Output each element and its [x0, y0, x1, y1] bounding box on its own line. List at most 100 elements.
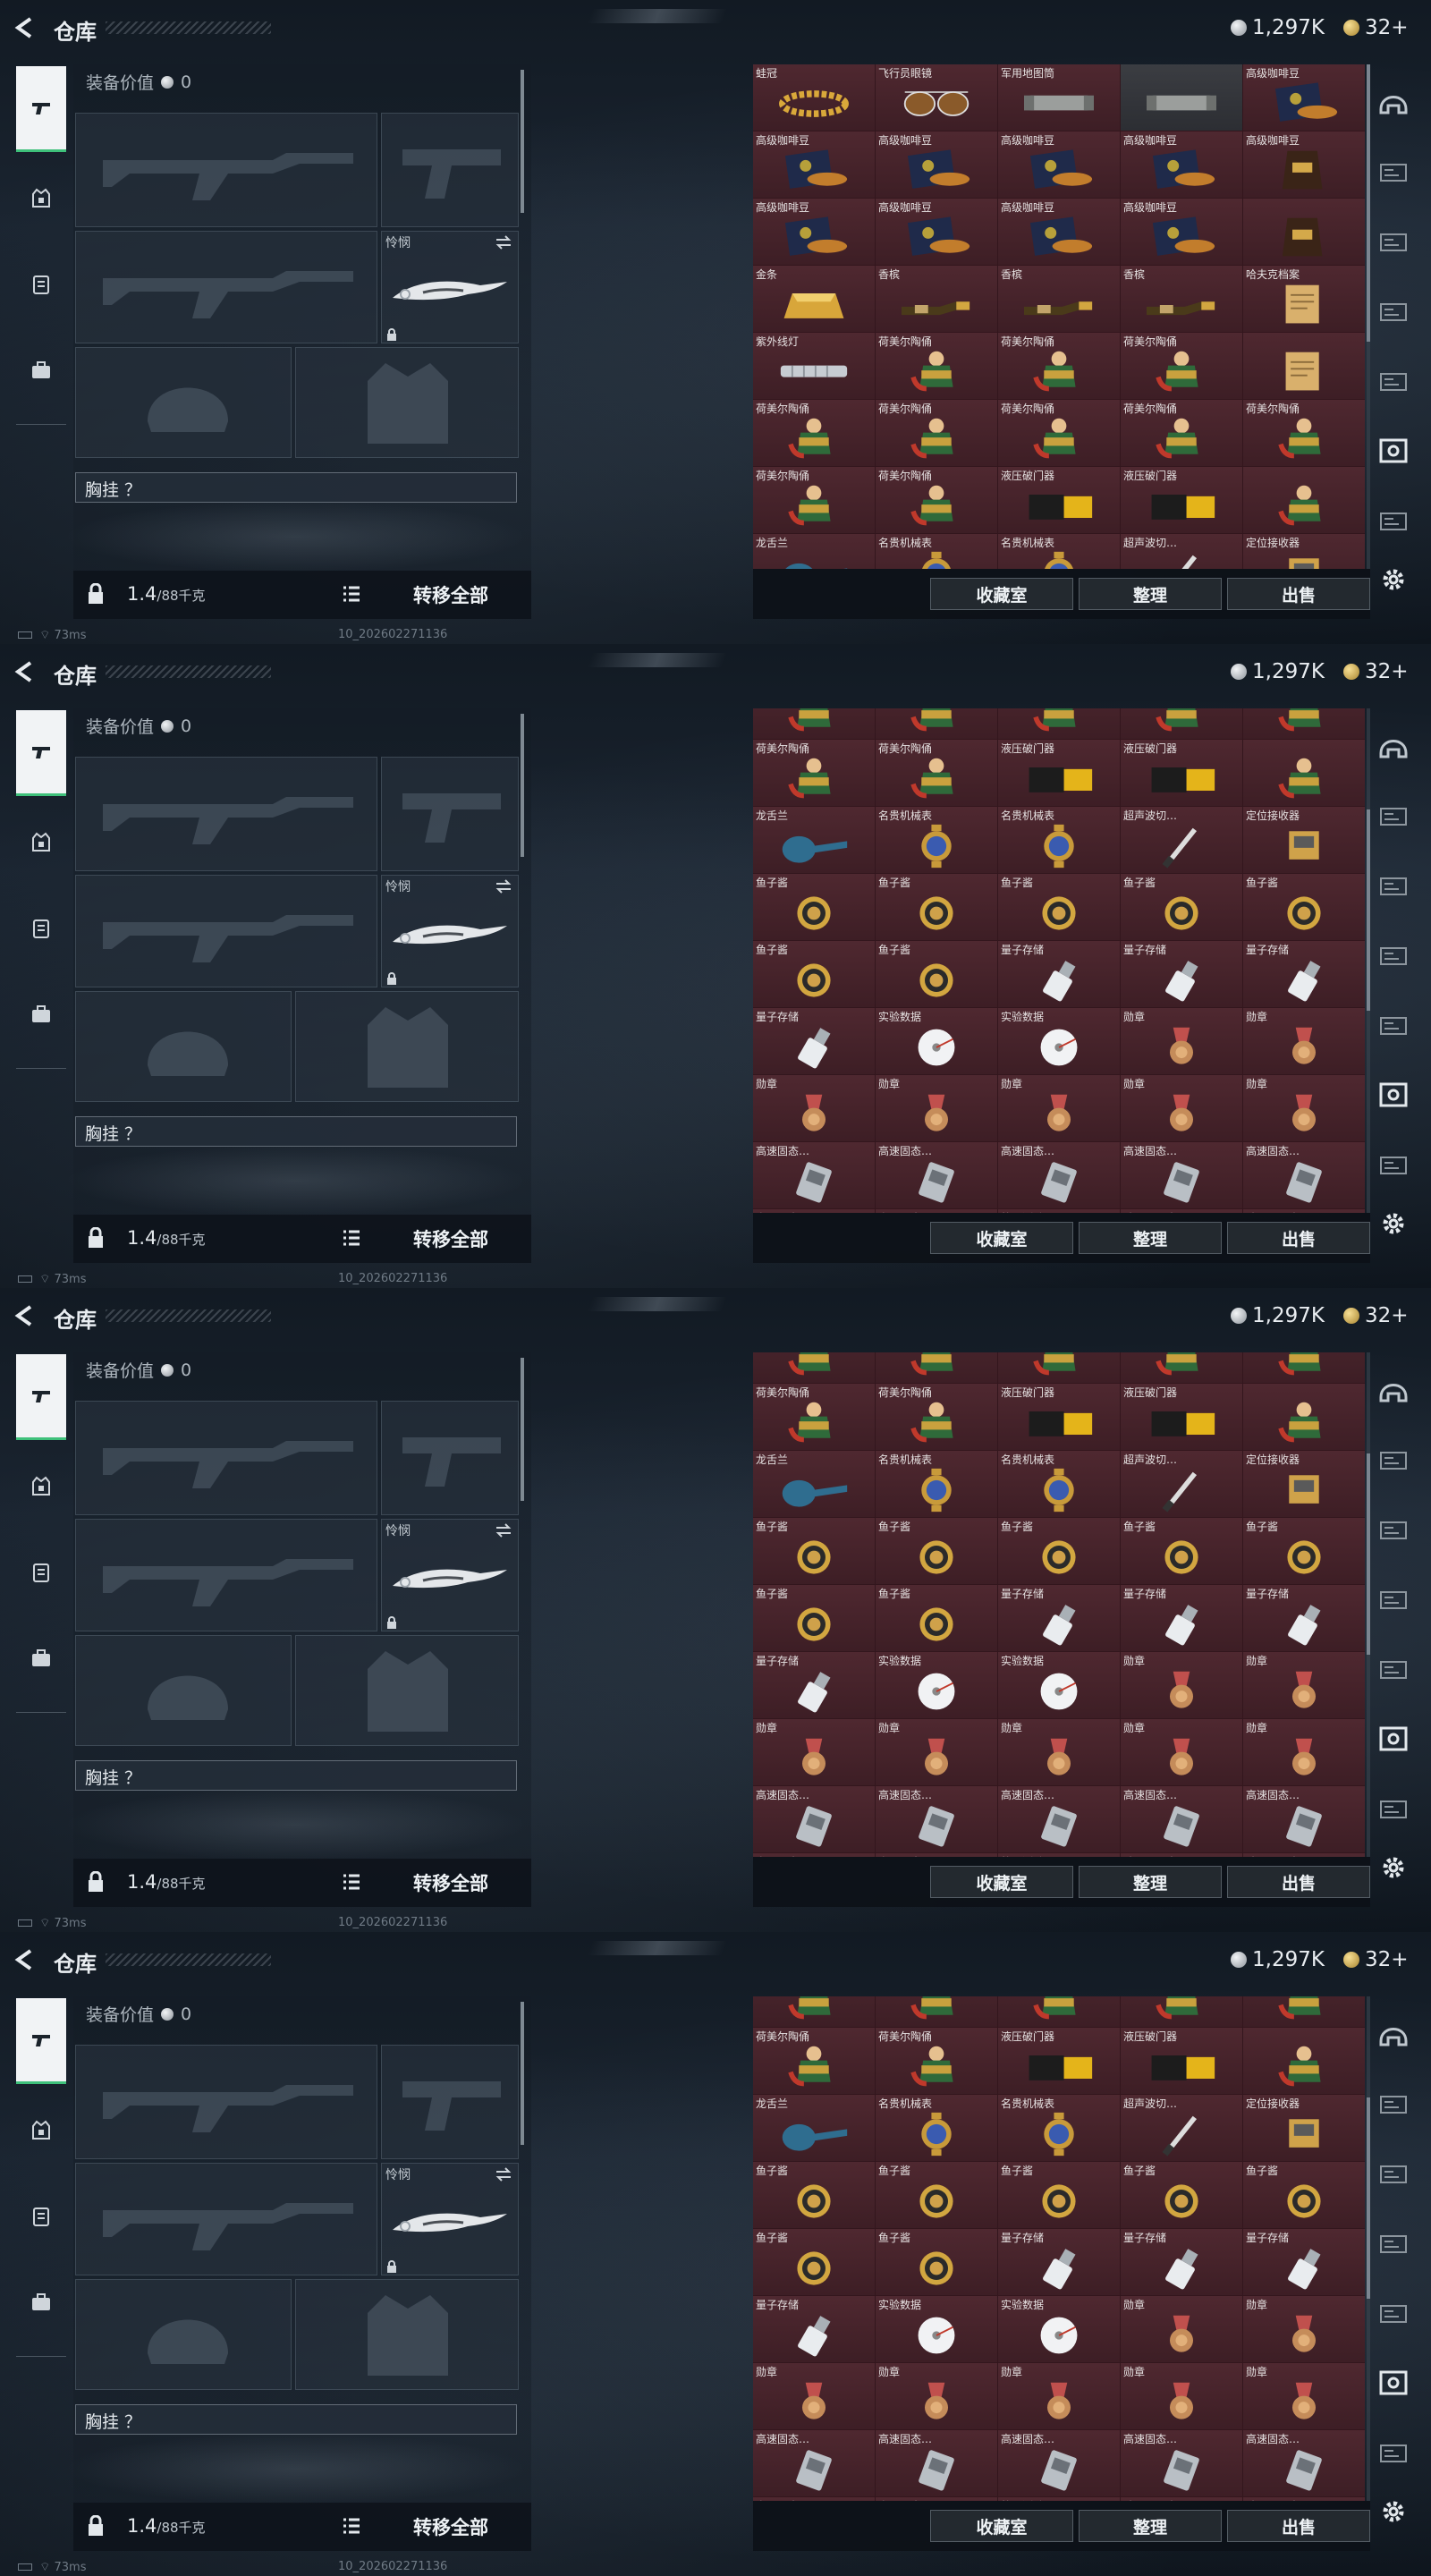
inventory-item[interactable]: 高速固态… [1243, 1786, 1365, 1852]
chest-rig-slot[interactable]: 胸挂 ？ [75, 472, 517, 503]
list-icon[interactable] [342, 2517, 361, 2535]
inventory-item[interactable]: 香槟 [876, 266, 997, 332]
inventory-item[interactable]: 鱼子酱 [1243, 1518, 1365, 1584]
inventory-item[interactable]: 荷美尔陶俑 [753, 1384, 875, 1450]
rail-card-2[interactable] [1377, 2157, 1413, 2193]
inventory-item[interactable]: 名贵机械表 [998, 2095, 1120, 2161]
inventory-item[interactable]: 鱼子酱 [753, 2162, 875, 2228]
inventory-item[interactable]: 荷美尔陶俑 [753, 467, 875, 533]
inventory-item[interactable]: 勋章 [876, 1075, 997, 1141]
rail-safe-box[interactable] [1377, 435, 1413, 470]
swap-icon[interactable] [495, 1523, 512, 1538]
inventory-item[interactable]: 高速固态… [753, 2430, 875, 2496]
rail-card-1[interactable] [1377, 1444, 1413, 1479]
nav-rig[interactable] [16, 242, 66, 327]
inventory-item[interactable]: 鱼子酱 [753, 1518, 875, 1584]
inventory-item[interactable]: 荷美尔陶俑 [876, 1384, 997, 1450]
inventory-item[interactable]: 鱼子酱 [1121, 2162, 1242, 2228]
nav-backpack[interactable] [16, 2259, 66, 2345]
inventory-item[interactable]: 液压破门器 [998, 467, 1120, 533]
inventory-item[interactable]: 荷美尔陶俑 [876, 400, 997, 466]
inventory-item[interactable]: 鱼子酱 [1243, 874, 1365, 940]
nav-backpack[interactable] [16, 327, 66, 413]
inventory-item[interactable]: 勋章 [876, 2363, 997, 2429]
inventory-item[interactable]: 飞行员眼镜 [876, 64, 997, 131]
inventory-item[interactable]: 高级咖啡豆 [998, 131, 1120, 198]
back-arrow-icon[interactable] [13, 660, 36, 683]
melee-slot[interactable]: 怜悯 [381, 2163, 519, 2275]
inventory-item[interactable] [1121, 64, 1242, 131]
melee-slot[interactable]: 怜悯 [381, 1519, 519, 1631]
secondary-weapon-slot[interactable] [75, 231, 377, 343]
inventory-item[interactable]: 荷美尔陶俑 [1243, 1352, 1365, 1383]
rail-card-4[interactable] [1377, 1009, 1413, 1045]
helmet-slot[interactable] [75, 991, 292, 1102]
inventory-item[interactable]: 鱼子酱 [998, 874, 1120, 940]
inventory-item[interactable]: 定位接收器 [1243, 807, 1365, 873]
rail-settings[interactable] [1377, 1208, 1413, 1243]
lock-icon[interactable] [86, 1227, 106, 1249]
inventory-item[interactable]: 鱼子酱 [876, 941, 997, 1007]
nav-rig[interactable] [16, 886, 66, 971]
lock-icon[interactable] [86, 1871, 106, 1893]
inventory-item[interactable]: 鱼子酱 [998, 1518, 1120, 1584]
primary-weapon-slot[interactable] [75, 2045, 377, 2159]
inventory-item[interactable]: 超声波切… [1121, 534, 1242, 569]
inventory-item[interactable]: 量子存储 [1121, 2229, 1242, 2295]
rail-card-3[interactable] [1377, 2227, 1413, 2263]
inventory-item[interactable]: 龙舌兰 [753, 807, 875, 873]
nav-weapons[interactable] [16, 66, 66, 152]
inventory-item[interactable]: 勋章 [1243, 1719, 1365, 1785]
inventory-item[interactable]: 勋章 [1121, 1719, 1242, 1785]
loadout-scrollbar[interactable] [521, 714, 524, 857]
rail-helmet[interactable] [1377, 2018, 1413, 2054]
inventory-item[interactable]: 勋章 [1121, 2363, 1242, 2429]
rail-card-3[interactable] [1377, 295, 1413, 331]
silver-currency[interactable]: 1,297K [1231, 660, 1325, 683]
rail-card-2[interactable] [1377, 1513, 1413, 1549]
inventory-item[interactable]: 鱼子酱 [876, 1518, 997, 1584]
inventory-item[interactable] [1243, 740, 1365, 806]
inventory-item[interactable]: 液压破门器 [998, 740, 1120, 806]
inventory-item[interactable] [1243, 467, 1365, 533]
inventory-item[interactable]: 高级咖啡豆 [876, 199, 997, 265]
inventory-item[interactable]: 量子存储 [753, 2296, 875, 2362]
inventory-item[interactable]: 荷美尔陶俑 [753, 400, 875, 466]
back-arrow-icon[interactable] [13, 1304, 36, 1327]
rail-safe-box[interactable] [1377, 1723, 1413, 1758]
helmet-slot[interactable] [75, 347, 292, 458]
inventory-item[interactable]: 量子存储 [1243, 2229, 1365, 2295]
scroll-thumb[interactable] [1367, 64, 1370, 343]
nav-rig[interactable] [16, 2174, 66, 2259]
inventory-item[interactable]: 名贵机械表 [876, 2095, 997, 2161]
inventory-item[interactable]: 名贵机械表 [876, 1451, 997, 1517]
gold-currency[interactable]: 32+ [1343, 16, 1409, 39]
inventory-item[interactable]: 勋章 [1243, 2363, 1365, 2429]
rail-card-5[interactable] [1377, 1148, 1413, 1184]
inventory-item[interactable]: 量子存储 [1121, 941, 1242, 1007]
inventory-item[interactable]: 量子存储 [753, 1008, 875, 1074]
nav-weapons[interactable] [16, 710, 66, 796]
inventory-item[interactable]: 液压破门器 [1121, 1384, 1242, 1450]
warehouse-scrollbar[interactable] [1367, 1996, 1370, 2501]
inventory-item[interactable]: 荷美尔陶俑 [753, 1352, 875, 1383]
rail-card-3[interactable] [1377, 1583, 1413, 1619]
inventory-item[interactable]: 高级咖啡豆 [1243, 131, 1365, 198]
inventory-item[interactable]: 军用地图筒 [998, 64, 1120, 131]
warehouse-scrollbar[interactable] [1367, 1352, 1370, 1857]
scroll-thumb[interactable] [1367, 1453, 1370, 1656]
inventory-item[interactable]: 高级咖啡豆 [1243, 64, 1365, 131]
inventory-item[interactable]: 高级咖啡豆 [753, 199, 875, 265]
warehouse-scrollbar[interactable] [1367, 64, 1370, 569]
inventory-item[interactable]: 香槟 [1121, 266, 1242, 332]
collection-room-button[interactable]: 收藏室 [930, 2510, 1073, 2542]
rail-card-1[interactable] [1377, 156, 1413, 191]
inventory-item[interactable]: 高速固态… [876, 1786, 997, 1852]
inventory-item[interactable]: 量子存储 [998, 1585, 1120, 1651]
inventory-item[interactable] [1243, 1384, 1365, 1450]
inventory-item[interactable]: 鱼子酱 [753, 2229, 875, 2295]
inventory-item[interactable]: 荷美尔陶俑 [753, 740, 875, 806]
inventory-item[interactable]: 勋章 [753, 2363, 875, 2429]
inventory-item[interactable]: 定位接收器 [1243, 1451, 1365, 1517]
scroll-thumb[interactable] [1367, 2097, 1370, 2300]
